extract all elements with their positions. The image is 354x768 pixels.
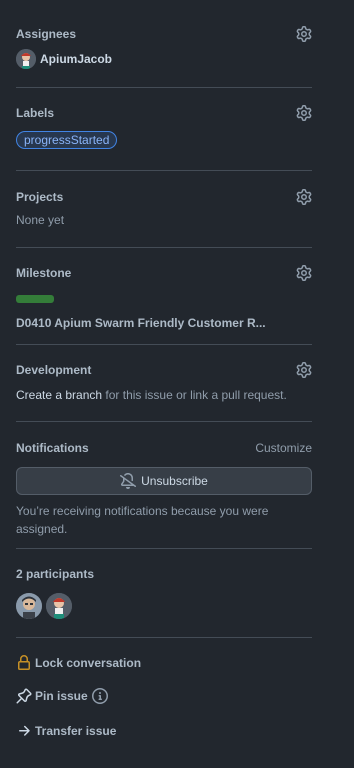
pin-issue-label: Pin issue — [35, 689, 88, 703]
pin-issue-action[interactable]: Pin issue — [16, 687, 312, 705]
create-branch-link[interactable]: Create a branch — [16, 388, 102, 402]
development-title: Development — [16, 363, 92, 377]
arrow-right-icon — [16, 723, 32, 739]
info-icon[interactable] — [91, 688, 108, 704]
labels-section: Labels progressStarted — [16, 88, 312, 171]
notifications-header: Notifications Customize — [16, 438, 312, 458]
participant-avatar[interactable] — [46, 593, 72, 619]
assignee-name[interactable]: ApiumJacob — [40, 52, 112, 66]
milestone-name[interactable]: D0410 Apium Swarm Friendly Customer R... — [16, 316, 312, 330]
transfer-issue-action[interactable]: Transfer issue — [16, 722, 312, 740]
assignees-title: Assignees — [16, 27, 77, 41]
milestone-progress-bar — [16, 295, 54, 303]
customize-link[interactable]: Customize — [255, 441, 312, 455]
unsubscribe-button[interactable]: Unsubscribe — [16, 467, 312, 495]
bell-slash-icon — [120, 473, 141, 489]
transfer-issue-label: Transfer issue — [35, 724, 117, 738]
assignees-section: Assignees ApiumJacob — [16, 0, 312, 88]
unsubscribe-label: Unsubscribe — [141, 474, 208, 488]
projects-empty-text: None yet — [16, 213, 65, 227]
milestone-gear-icon[interactable] — [296, 265, 312, 281]
label-pill[interactable]: progressStarted — [16, 131, 118, 149]
development-rest-text: for this issue or link a pull request. — [105, 388, 287, 402]
notifications-title: Notifications — [16, 441, 89, 455]
labels-header: Labels — [16, 103, 312, 123]
projects-title: Projects — [16, 190, 64, 204]
assignee-item[interactable]: ApiumJacob — [16, 49, 312, 69]
development-header: Development — [16, 360, 312, 380]
development-section: Development Create a branch for this iss… — [16, 345, 312, 422]
pin-icon — [16, 688, 32, 704]
labels-title: Labels — [16, 106, 55, 120]
issue-actions: Lock conversation Pin issue Transfer iss… — [16, 638, 312, 740]
development-gear-icon[interactable] — [296, 362, 312, 378]
assignee-avatar — [16, 49, 36, 69]
development-text: Create a branch for this issue or link a… — [16, 388, 312, 402]
projects-section: Projects None yet — [16, 171, 312, 248]
participants-list — [16, 593, 312, 619]
participant-avatar[interactable] — [16, 593, 42, 619]
issue-sidebar: Assignees ApiumJacob Labels progressStar… — [16, 0, 312, 740]
participants-title: 2 participants — [16, 567, 95, 581]
assignees-gear-icon[interactable] — [296, 26, 312, 42]
participants-section: 2 participants — [16, 549, 312, 638]
lock-conversation-action[interactable]: Lock conversation — [16, 654, 312, 672]
assignees-header: Assignees — [16, 24, 312, 44]
lock-conversation-label: Lock conversation — [35, 656, 142, 670]
labels-gear-icon[interactable] — [296, 105, 312, 121]
notifications-section: Notifications Customize Unsubscribe You’… — [16, 422, 312, 549]
milestone-title: Milestone — [16, 266, 72, 280]
lock-icon — [16, 655, 32, 671]
notification-notice: You’re receiving notifications because y… — [16, 504, 269, 536]
milestone-section: Milestone D0410 Apium Swarm Friendly Cus… — [16, 248, 312, 345]
projects-header: Projects — [16, 187, 312, 207]
milestone-header: Milestone — [16, 263, 312, 283]
projects-gear-icon[interactable] — [296, 189, 312, 205]
